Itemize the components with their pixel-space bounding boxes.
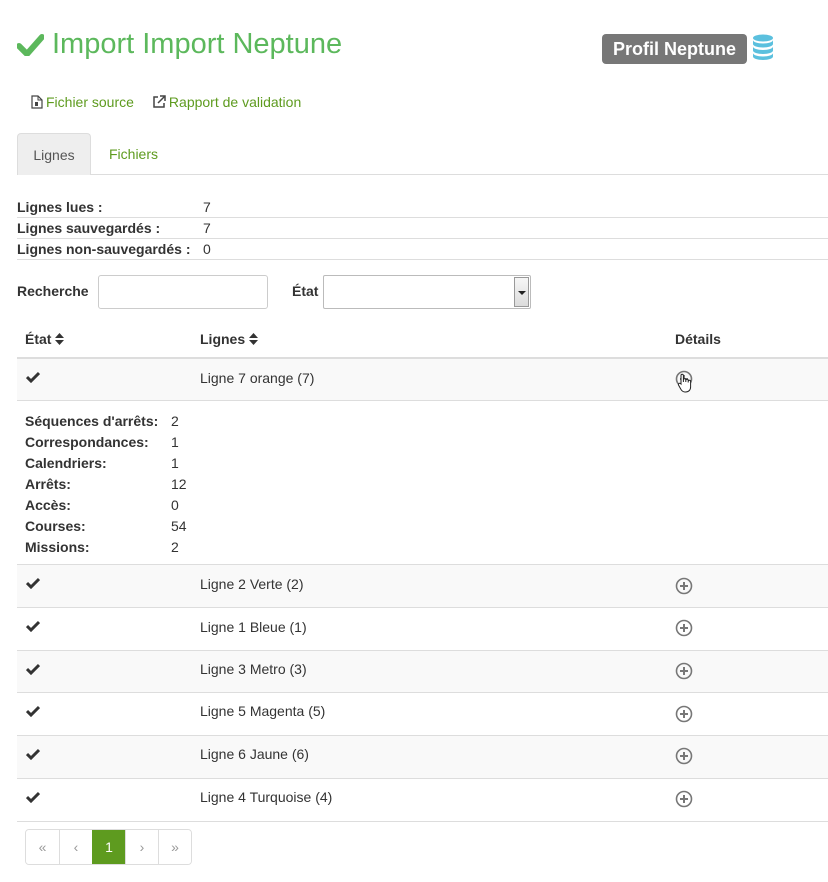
line-name: Ligne 4 Turquoise (4) xyxy=(200,789,333,805)
line-name: Ligne 6 Jaune (6) xyxy=(200,746,309,762)
plus-circle-icon[interactable] xyxy=(675,705,693,723)
action-links: Fichier source Rapport de validation xyxy=(31,94,301,110)
table-row: Ligne 2 Verte (2) xyxy=(17,565,828,608)
page-last-button[interactable]: » xyxy=(158,830,191,864)
check-icon xyxy=(26,705,40,717)
check-icon xyxy=(26,620,40,632)
summary-row: Lignes non-sauvegardés : 0 xyxy=(17,239,828,260)
tab-lignes[interactable]: Lignes xyxy=(17,133,91,175)
summary-label: Lignes non-sauvegardés : xyxy=(17,241,191,257)
column-header-state-label: État xyxy=(25,331,52,347)
table-row: Ligne 1 Bleue (1) xyxy=(17,608,828,651)
column-header-details: Détails xyxy=(675,331,721,347)
search-input[interactable] xyxy=(98,275,268,309)
tab-fichiers[interactable]: Fichiers xyxy=(94,133,173,175)
page-first-button[interactable]: « xyxy=(26,830,59,864)
summary-label: Lignes sauvegardés : xyxy=(17,220,161,236)
check-icon xyxy=(26,791,40,803)
column-header-state[interactable]: État xyxy=(25,331,65,347)
table-row: Ligne 7 orange (7) xyxy=(17,359,828,401)
check-icon xyxy=(26,577,40,589)
page-title: Import Import Neptune xyxy=(17,28,342,61)
search-label: Recherche xyxy=(17,283,89,299)
column-header-details-label: Détails xyxy=(675,331,721,347)
sort-icon xyxy=(55,333,65,345)
state-select[interactable] xyxy=(323,275,531,309)
table-row: Ligne 6 Jaune (6) xyxy=(17,736,828,779)
plus-circle-icon[interactable] xyxy=(675,790,693,808)
summary-value: 0 xyxy=(203,241,211,257)
profile-badge: Profil Neptune xyxy=(602,34,748,64)
table-row: Ligne 4 Turquoise (4) xyxy=(17,779,828,822)
check-icon xyxy=(26,663,40,675)
external-link-icon xyxy=(153,95,166,108)
page-next-button[interactable]: › xyxy=(125,830,158,864)
line-name: Ligne 2 Verte (2) xyxy=(200,576,304,592)
summary-value: 7 xyxy=(203,199,211,215)
plus-circle-icon[interactable] xyxy=(675,577,693,595)
plus-circle-icon[interactable] xyxy=(675,662,693,680)
column-header-lines[interactable]: Lignes xyxy=(200,331,259,347)
validation-report-link[interactable]: Rapport de validation xyxy=(152,94,301,110)
check-icon xyxy=(26,748,40,760)
column-header-lines-label: Lignes xyxy=(200,331,246,347)
sort-icon xyxy=(249,333,259,345)
line-name: Ligne 3 Metro (3) xyxy=(200,661,307,677)
check-icon xyxy=(17,33,44,56)
page-current-button[interactable]: 1 xyxy=(92,830,125,864)
title-text: Import Import Neptune xyxy=(52,28,343,60)
line-name: Ligne 5 Magenta (5) xyxy=(200,703,326,719)
details-row-container xyxy=(17,400,828,565)
plus-circle-icon[interactable] xyxy=(675,747,693,765)
plus-circle-icon[interactable] xyxy=(675,619,693,637)
check-icon xyxy=(26,371,40,383)
table-row: Ligne 5 Magenta (5) xyxy=(17,693,828,736)
summary-label: Lignes lues : xyxy=(17,199,103,215)
pagination: « ‹ 1 › » xyxy=(25,829,192,865)
chevron-down-icon[interactable] xyxy=(514,277,529,307)
source-file-link[interactable]: Fichier source xyxy=(31,94,134,110)
line-name: Ligne 7 orange (7) xyxy=(200,370,315,386)
hand-cursor-icon xyxy=(677,373,692,393)
database-icon xyxy=(753,34,773,60)
page-prev-button[interactable]: ‹ xyxy=(59,830,92,864)
line-name: Ligne 1 Bleue (1) xyxy=(200,619,307,635)
summary-row: Lignes sauvegardés : 7 xyxy=(17,218,828,239)
file-icon xyxy=(31,95,43,109)
table-row: Ligne 3 Metro (3) xyxy=(17,651,828,693)
summary-value: 7 xyxy=(203,220,211,236)
state-filter-label: État xyxy=(292,283,319,299)
summary-row: Lignes lues : 7 xyxy=(17,197,828,218)
source-file-label: Fichier source xyxy=(46,94,134,110)
validation-report-label: Rapport de validation xyxy=(168,94,302,110)
import-summary: Lignes lues : 7 Lignes sauvegardés : 7 L… xyxy=(17,197,828,260)
